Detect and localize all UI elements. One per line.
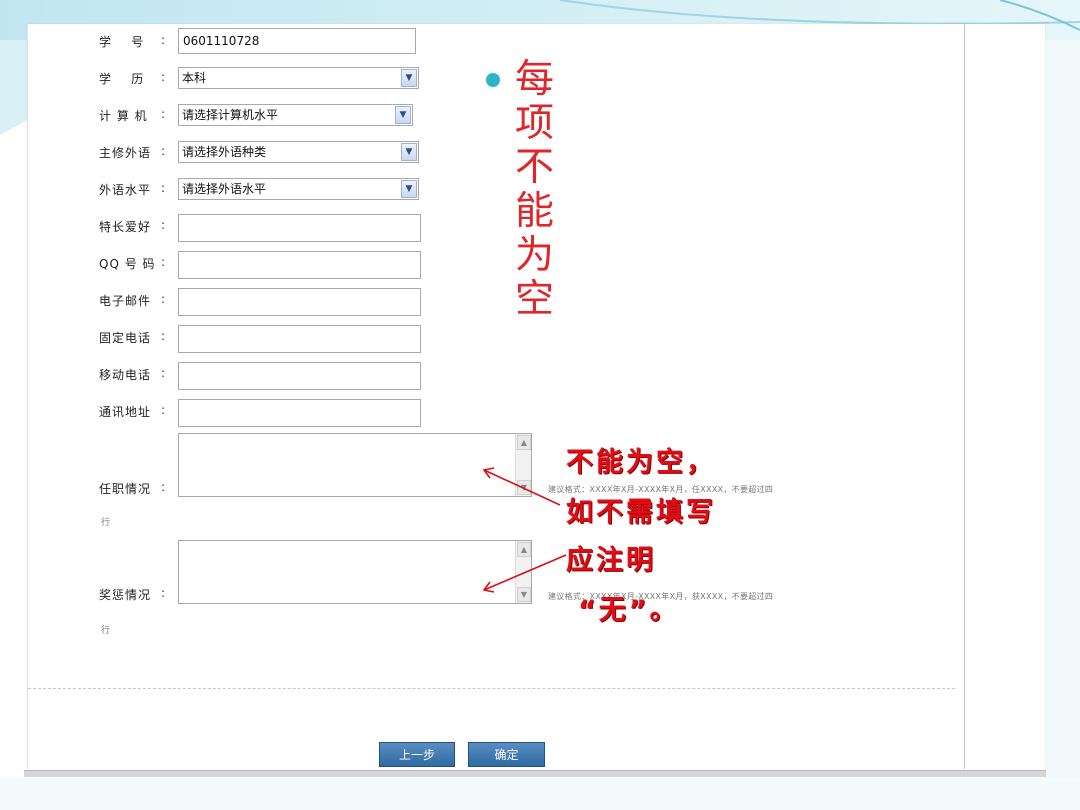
label-email: 电子邮件	[99, 294, 152, 308]
chevron-down-icon[interactable]: ▼	[401, 69, 417, 87]
computer-level-select[interactable]: 请选择计算机水平 ▼	[178, 104, 413, 126]
label-hobbies: 特长爱好	[99, 220, 152, 234]
vertical-note: 每 项 不 能 为 空	[515, 58, 559, 322]
label-student-number: 学 号	[99, 35, 145, 49]
callout-line: 不能为空，	[566, 447, 716, 478]
job-textarea[interactable]: ▲ ▼	[178, 433, 532, 497]
scroll-up-icon[interactable]: ▲	[517, 435, 531, 450]
hobbies-input[interactable]	[178, 214, 421, 242]
language-type-selected: 请选择外语种类	[182, 145, 267, 159]
scroll-up-icon[interactable]: ▲	[517, 542, 531, 557]
chevron-down-icon[interactable]: ▼	[401, 180, 417, 198]
colon: :	[161, 329, 166, 343]
colon: :	[161, 70, 166, 84]
language-level-select[interactable]: 请选择外语水平 ▼	[178, 178, 419, 200]
colon: :	[161, 33, 166, 47]
scrollbar[interactable]: ▲ ▼	[515, 541, 531, 603]
education-selected: 本科	[182, 71, 207, 85]
callout-line: “无”。	[578, 595, 680, 626]
chevron-down-icon[interactable]: ▼	[401, 143, 417, 161]
colon: :	[161, 144, 166, 158]
colon: :	[161, 181, 166, 195]
email-input[interactable]	[178, 288, 421, 316]
previous-step-button[interactable]: 上一步	[379, 742, 455, 767]
note-char: 项	[515, 101, 555, 146]
colon: :	[161, 292, 166, 306]
bullet-icon	[486, 73, 500, 87]
callout-line: 如不需填写	[566, 497, 716, 528]
confirm-button[interactable]: 确定	[468, 742, 545, 767]
colon: :	[161, 403, 166, 417]
label-computer: 计 算 机	[99, 109, 148, 123]
landline-input[interactable]	[178, 325, 421, 353]
computer-level-selected: 请选择计算机水平	[182, 108, 279, 122]
language-level-selected: 请选择外语水平	[182, 182, 267, 196]
colon: :	[161, 586, 166, 600]
note-char: 每	[515, 57, 555, 102]
colon: :	[161, 366, 166, 380]
label-education: 学 历	[99, 72, 145, 86]
scrollbar[interactable]: ▲ ▼	[515, 434, 531, 496]
note-char: 不	[515, 145, 555, 190]
colon: :	[161, 255, 166, 269]
note-char: 为	[515, 233, 555, 278]
mobile-input[interactable]	[178, 362, 421, 390]
callout-line: 应注明	[566, 545, 656, 576]
label-major-language: 主修外语	[99, 146, 152, 160]
student-number-input[interactable]: 0601110728	[178, 28, 416, 54]
address-input[interactable]	[178, 399, 421, 427]
education-select[interactable]: 本科 ▼	[178, 67, 419, 89]
colon: :	[161, 480, 166, 494]
colon: :	[161, 107, 166, 121]
language-type-select[interactable]: 请选择外语种类 ▼	[178, 141, 419, 163]
scroll-down-icon[interactable]: ▼	[517, 587, 531, 602]
scroll-down-icon[interactable]: ▼	[517, 480, 531, 495]
bottom-bar	[24, 770, 1046, 777]
label-award: 奖惩情况	[99, 588, 152, 602]
label-job: 任职情况	[99, 482, 152, 496]
chevron-down-icon[interactable]: ▼	[395, 106, 411, 124]
award-hint-tail: 行	[101, 626, 111, 636]
job-hint-tail: 行	[101, 518, 111, 528]
note-char: 能	[515, 189, 555, 234]
label-qq: QQ 号 码	[99, 257, 156, 271]
divider-line	[28, 688, 955, 689]
label-language-level: 外语水平	[99, 183, 152, 197]
note-char: 空	[515, 277, 555, 322]
label-landline: 固定电话	[99, 331, 152, 345]
label-address: 通讯地址	[99, 405, 152, 419]
qq-input[interactable]	[178, 251, 421, 279]
colon: :	[161, 218, 166, 232]
panel-divider	[964, 24, 965, 769]
label-mobile: 移动电话	[99, 368, 152, 382]
award-textarea[interactable]: ▲ ▼	[178, 540, 532, 604]
